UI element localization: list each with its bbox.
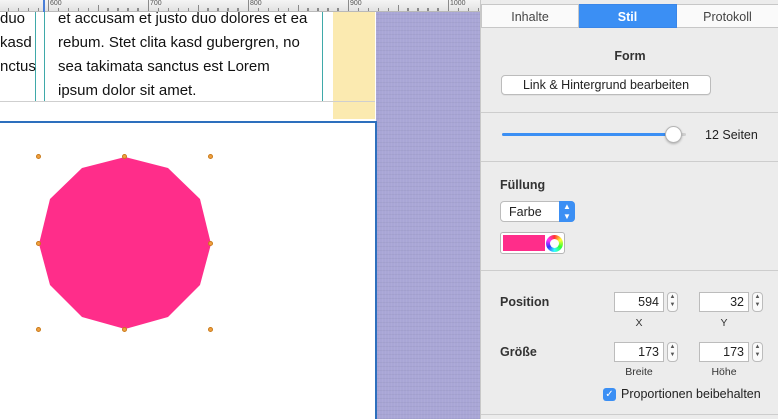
position-x-field[interactable]: 594 <box>614 292 664 312</box>
resize-handle-top-right[interactable] <box>208 154 213 159</box>
fill-color-well[interactable] <box>500 232 565 254</box>
position-x-stepper[interactable]: ▲ ▼ <box>667 292 678 312</box>
ruler-tick <box>428 8 429 11</box>
ruler-label: 1000 <box>450 0 466 7</box>
ruler-tick <box>328 8 329 11</box>
resize-handle-top-left[interactable] <box>36 154 41 159</box>
tab-protokoll[interactable]: Protokoll <box>677 4 778 28</box>
text-line: duo <box>0 10 26 27</box>
resize-handle-left[interactable] <box>36 241 41 246</box>
sides-slider-track[interactable] <box>502 133 686 136</box>
text-line: et accusam et justo duo dolores et ea <box>58 10 308 27</box>
ruler-tick <box>368 8 369 11</box>
text-block-border <box>0 101 375 102</box>
section-divider <box>481 414 778 415</box>
ruler-tick <box>438 8 439 11</box>
ruler-tick <box>448 0 449 11</box>
section-divider <box>481 112 778 113</box>
height-field[interactable]: 173 <box>699 342 749 362</box>
position-y-label: Y <box>720 317 728 329</box>
column-guide-line <box>322 12 323 102</box>
height-label: Höhe <box>711 366 737 378</box>
select-arrows-icon: ▲ ▼ <box>559 201 575 222</box>
ruler-tick <box>398 5 399 11</box>
fill-color-swatch[interactable] <box>503 235 545 251</box>
text-line: sea takimata sanctus est Lorem <box>58 58 270 75</box>
edit-link-background-button[interactable]: Link & Hintergrund bearbeiten <box>501 75 711 95</box>
color-wheel-icon[interactable] <box>546 235 563 252</box>
ruler-tick <box>48 0 49 11</box>
ruler-label: 900 <box>350 0 362 7</box>
sides-count-label: 12 Seiten <box>705 128 758 142</box>
width-field[interactable]: 173 <box>614 342 664 362</box>
shape-selection-frame[interactable] <box>0 121 377 419</box>
keep-proportions-checkbox[interactable]: ✓ <box>603 388 616 401</box>
resize-handle-top[interactable] <box>122 154 127 159</box>
section-divider <box>481 161 778 162</box>
text-column-main[interactable]: et accusam et justo duo dolores et ea re… <box>58 7 307 103</box>
ruler-position-marker <box>43 0 45 12</box>
section-title-position: Position <box>500 295 550 309</box>
ruler-tick <box>308 8 309 11</box>
resize-handle-bottom-left[interactable] <box>36 327 41 332</box>
ruler-tick <box>38 8 39 11</box>
ruler-tick <box>468 8 469 11</box>
ruler-tick <box>478 8 479 11</box>
height-stepper[interactable]: ▲ ▼ <box>752 342 763 362</box>
shape-canvas[interactable] <box>0 123 377 419</box>
tab-stil[interactable]: Stil <box>579 4 677 28</box>
section-title-form: Form <box>614 49 646 63</box>
resize-handle-right[interactable] <box>208 241 213 246</box>
keep-proportions-label[interactable]: Proportionen beibehalten <box>621 387 761 401</box>
ruler-tick <box>408 8 409 11</box>
inspector-tabs: Inhalte Stil Protokoll <box>481 4 778 28</box>
ruler-tick <box>418 8 419 11</box>
yellow-column-block <box>333 12 375 119</box>
ruler-tick <box>348 0 349 11</box>
ruler-tick <box>338 8 339 11</box>
text-line: nctus <box>0 58 36 75</box>
position-y-stepper[interactable]: ▲ ▼ <box>752 292 763 312</box>
tab-inhalte[interactable]: Inhalte <box>481 4 579 28</box>
ruler-tick <box>318 8 319 11</box>
position-y-field[interactable]: 32 <box>699 292 749 312</box>
ruler-tick <box>388 8 389 11</box>
position-x-label: X <box>635 317 643 329</box>
inspector-panel: Inhalte Stil Protokoll Form Link & Hinte… <box>480 0 778 419</box>
text-line: kasd <box>0 34 32 51</box>
sides-slider-fill <box>502 133 674 136</box>
width-label: Breite <box>625 366 653 378</box>
sides-slider-knob[interactable] <box>665 126 683 143</box>
section-title-size: Größe <box>500 345 537 359</box>
fill-type-select[interactable]: Farbe ▲ ▼ <box>500 201 575 222</box>
canvas-background <box>376 0 480 419</box>
document-canvas[interactable]: 600 700 800 900 1000 duo kasd nctus et accus… <box>0 0 480 419</box>
column-guide-line <box>44 12 45 102</box>
section-title-fill: Füllung <box>500 178 546 192</box>
dodecagon-shape[interactable] <box>39 157 211 329</box>
ruler-tick <box>378 8 379 11</box>
width-stepper[interactable]: ▲ ▼ <box>667 342 678 362</box>
text-column-left[interactable]: duo kasd nctus <box>0 7 36 79</box>
section-divider <box>481 270 778 271</box>
ruler-tick <box>458 8 459 11</box>
fill-type-value: Farbe <box>509 205 542 219</box>
resize-handle-bottom[interactable] <box>122 327 127 332</box>
text-line: ipsum dolor sit amet. <box>58 82 197 99</box>
text-line: rebum. Stet clita kasd gubergren, no <box>58 34 300 51</box>
ruler-tick <box>358 8 359 11</box>
resize-handle-bottom-right[interactable] <box>208 327 213 332</box>
